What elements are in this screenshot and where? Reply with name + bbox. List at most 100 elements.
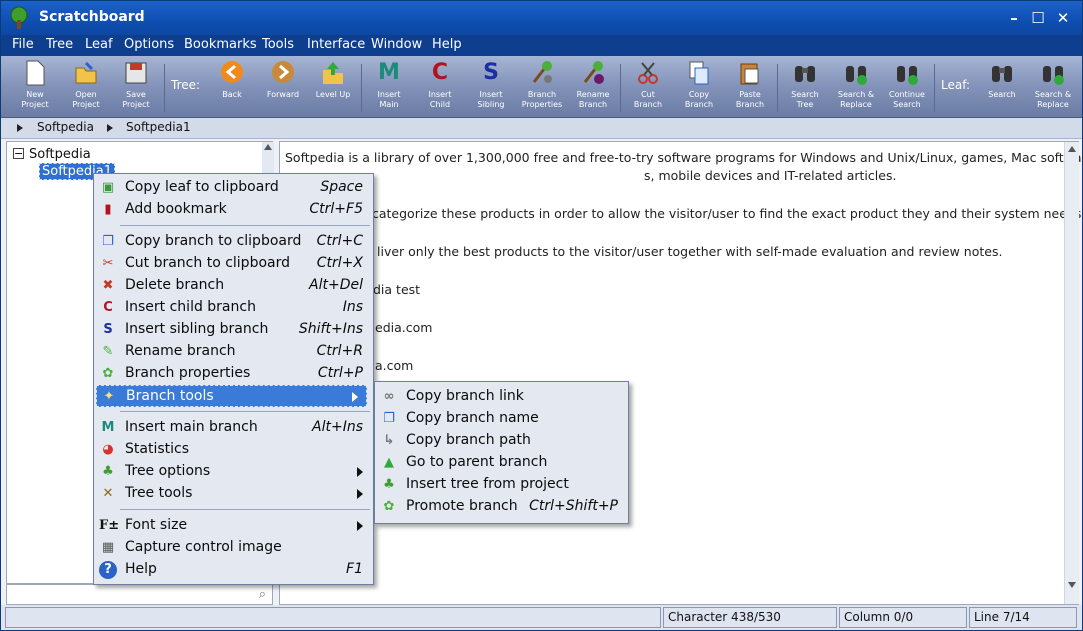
insert-sibling-button[interactable]: S Insert Sibling: [466, 60, 516, 116]
forward-button[interactable]: Forward: [258, 60, 308, 116]
maximize-button[interactable]: ☐: [1029, 9, 1047, 27]
status-empty-cell: [5, 607, 661, 628]
save-project-button[interactable]: Save Project: [111, 60, 161, 116]
menu-item-tree-options[interactable]: ♣ Tree options: [96, 461, 371, 483]
submenu-item-copy-path[interactable]: ↳ Copy branch path: [377, 430, 626, 452]
branch-tools-submenu: ∞ Copy branch link ❐ Copy branch name ↳ …: [374, 381, 629, 524]
leaf-search-button[interactable]: Search: [977, 60, 1027, 116]
menu-tools[interactable]: Tools: [262, 37, 294, 52]
submenu-arrow-icon: [357, 467, 363, 477]
promote-icon: ✿: [383, 499, 395, 514]
menu-item-add-bookmark[interactable]: ▮ Add bookmark Ctrl+F5: [96, 199, 371, 221]
menu-item-copy-leaf[interactable]: ▣ Copy leaf to clipboard Space: [96, 177, 371, 199]
menu-item-delete-branch[interactable]: ✖ Delete branch Alt+Del: [96, 275, 371, 297]
menu-item-insert-sibling[interactable]: S Insert sibling branch Shift+Ins: [96, 319, 371, 341]
branch-properties-button[interactable]: Branch Properties: [517, 60, 567, 116]
menu-item-cut-branch[interactable]: ✂ Cut branch to clipboard Ctrl+X: [96, 253, 371, 275]
menu-interface[interactable]: Interface: [307, 37, 365, 52]
menu-item-statistics[interactable]: ◕ Statistics: [96, 439, 371, 461]
copy-branch-button[interactable]: Copy Branch: [674, 60, 724, 116]
open-folder-icon: [75, 61, 97, 84]
status-character: Character 438/530: [663, 607, 837, 628]
continue-search-icon: [897, 66, 918, 85]
scroll-up-arrow-icon[interactable]: [264, 144, 272, 150]
minimize-button[interactable]: –: [1005, 9, 1023, 27]
menu-leaf[interactable]: Leaf: [85, 37, 113, 52]
level-up-button[interactable]: Level Up: [308, 60, 358, 116]
collapse-toggle-icon[interactable]: −: [13, 148, 24, 159]
menu-item-branch-tools[interactable]: ✦ Branch tools: [96, 385, 367, 407]
status-column: Column 0/0: [839, 607, 967, 628]
menu-item-capture-image[interactable]: ▦ Capture control image: [96, 537, 371, 559]
menu-item-help[interactable]: ? Help F1: [96, 559, 371, 581]
submenu-item-promote[interactable]: ✿ Promote branch Ctrl+Shift+P: [377, 496, 626, 518]
toolbar-separator: [934, 64, 935, 112]
menu-bookmarks[interactable]: Bookmarks: [184, 37, 257, 52]
insert-main-icon: M: [101, 420, 115, 435]
editor-scrollbar[interactable]: [1064, 142, 1079, 604]
menu-help[interactable]: Help: [432, 37, 462, 52]
continue-search-button[interactable]: Continue Search: [882, 60, 932, 116]
close-button[interactable]: ✕: [1054, 9, 1072, 27]
scissors-icon: ✂: [102, 256, 114, 271]
save-icon: [125, 62, 147, 84]
breadcrumb-item[interactable]: Softpedia1: [126, 120, 191, 134]
chevron-right-icon: [107, 124, 113, 132]
chevron-right-icon: [17, 124, 23, 132]
menu-file[interactable]: File: [12, 37, 34, 52]
insert-child-icon: C: [431, 60, 449, 85]
tree-node-root[interactable]: Softpedia: [29, 147, 91, 162]
status-line: Line 7/14: [969, 607, 1077, 628]
leaf-group-label: Leaf:: [941, 78, 971, 92]
insert-sibling-icon: S: [103, 322, 113, 337]
menu-separator: [120, 411, 370, 412]
insert-child-button[interactable]: C Insert Child: [415, 60, 465, 116]
search-tree-button[interactable]: Search Tree: [780, 60, 830, 116]
level-up-icon: [323, 62, 343, 84]
menu-item-rename-branch[interactable]: ✎ Rename branch Ctrl+R: [96, 341, 371, 363]
text-line: edia.com: [375, 320, 433, 335]
menu-options[interactable]: Options: [124, 37, 174, 52]
binoculars-icon: [795, 66, 815, 82]
scroll-down-arrow-icon[interactable]: [1068, 582, 1076, 588]
back-button[interactable]: Back: [207, 60, 257, 116]
submenu-arrow-icon: [352, 392, 358, 402]
text-line: categorize these products in order to al…: [372, 206, 1083, 221]
properties-icon: ✿: [102, 366, 114, 381]
submenu-item-copy-link[interactable]: ∞ Copy branch link: [377, 386, 626, 408]
cut-branch-button[interactable]: Cut Branch: [623, 60, 673, 116]
copy-icon: [689, 61, 709, 85]
toolbar-separator: [620, 64, 621, 112]
tools-icon: ✦: [103, 389, 115, 404]
wrench-icon: ✕: [102, 486, 114, 501]
open-project-button[interactable]: Open Project: [61, 60, 111, 116]
menu-separator: [120, 225, 370, 226]
rename-branch-button[interactable]: Rename Branch: [568, 60, 618, 116]
menu-tree[interactable]: Tree: [46, 37, 73, 52]
tree-icon: ♣: [102, 464, 114, 479]
insert-main-button[interactable]: M Insert Main: [364, 60, 414, 116]
forward-arrow-icon: [272, 61, 294, 83]
search-replace-tree-button[interactable]: Search & Replace: [831, 60, 881, 116]
menu-item-font-size[interactable]: F± Font size: [96, 515, 371, 537]
paste-branch-button[interactable]: Paste Branch: [725, 60, 775, 116]
menu-item-branch-properties[interactable]: ✿ Branch properties Ctrl+P: [96, 363, 371, 385]
insert-child-icon: C: [103, 300, 113, 315]
leaf-search-replace-button[interactable]: Search & Replace: [1028, 60, 1078, 116]
tree-search-field[interactable]: ⌕: [6, 584, 273, 605]
new-project-button[interactable]: New Project: [10, 60, 60, 116]
submenu-item-parent[interactable]: ▲ Go to parent branch: [377, 452, 626, 474]
path-icon: ↳: [383, 433, 395, 448]
scroll-up-arrow-icon[interactable]: [1068, 146, 1076, 152]
submenu-item-copy-name[interactable]: ❐ Copy branch name: [377, 408, 626, 430]
breadcrumb-item[interactable]: Softpedia: [37, 120, 94, 134]
menu-item-insert-child[interactable]: C Insert child branch Ins: [96, 297, 371, 319]
search-icon[interactable]: ⌕: [259, 587, 266, 602]
menu-item-tree-tools[interactable]: ✕ Tree tools: [96, 483, 371, 505]
leaf-text-editor[interactable]: Softpedia is a library of over 1,300,000…: [279, 141, 1083, 605]
back-arrow-icon: [221, 61, 243, 83]
menu-item-insert-main[interactable]: M Insert main branch Alt+Ins: [96, 417, 371, 439]
submenu-item-insert-tree[interactable]: ♣ Insert tree from project: [377, 474, 626, 496]
menu-item-copy-branch[interactable]: ❐ Copy branch to clipboard Ctrl+C: [96, 231, 371, 253]
menu-window[interactable]: Window: [371, 37, 422, 52]
